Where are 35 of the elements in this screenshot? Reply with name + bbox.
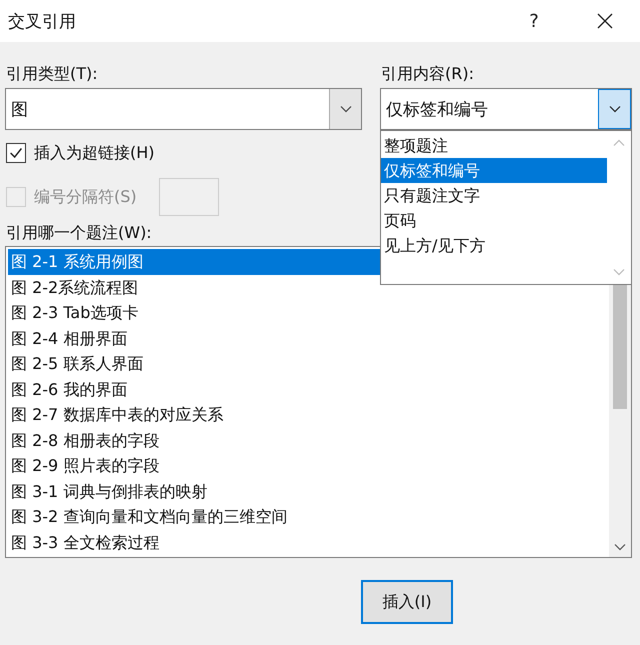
dropdown-option[interactable]: 仅标签和编号	[381, 158, 607, 183]
list-item[interactable]: 图 3-1 词典与倒排表的映射	[8, 478, 609, 504]
checkbox-label: 插入为超链接(H)	[34, 142, 155, 164]
dropdown[interactable]: 仅标签和编号	[380, 88, 632, 130]
field-label: 引用内容(R):	[380, 62, 474, 84]
close-button[interactable]	[596, 12, 614, 30]
dropdown[interactable]: 图	[5, 88, 362, 130]
dropdown-value: 图	[10, 98, 29, 120]
list-label: 引用哪一个题注(W):	[5, 222, 152, 244]
list-item[interactable]: 图 3-2 查询向量和文档向量的三维空间	[8, 504, 609, 530]
checkbox-label: 编号分隔符(S)	[34, 186, 137, 208]
list-item[interactable]: 图 2-6 我的界面	[8, 376, 609, 402]
window-title: 交叉引用	[8, 10, 77, 32]
dropdown-button[interactable]	[329, 89, 361, 129]
chevron-down-icon	[608, 105, 620, 113]
list-item[interactable]: 图 2-4 相册界面	[8, 326, 609, 351]
dropdown-button[interactable]	[598, 89, 631, 129]
checkbox[interactable]	[6, 143, 26, 163]
insert-button[interactable]: 插入(I)	[361, 580, 453, 624]
list-item[interactable]: 图 2-9 照片表的字段	[8, 453, 609, 478]
field-label: 引用类型(T):	[5, 62, 98, 84]
dropdown-value: 仅标签和编号	[385, 98, 489, 120]
list-item[interactable]: 图 2-2系统流程图	[8, 274, 609, 300]
separator-field	[158, 178, 219, 216]
list-item[interactable]: 图 3-3 全文检索过程	[8, 530, 609, 555]
dropdown-option[interactable]: 整项题注	[381, 133, 607, 158]
dropdown-option[interactable]: 页码	[381, 208, 607, 233]
list-item[interactable]: 图 2-8 相册表的字段	[8, 428, 609, 453]
list-item[interactable]: 图 2-5 联系人界面	[8, 351, 609, 376]
list-item[interactable]: 图 2-7 数据库中表的对应关系	[8, 402, 609, 428]
help-button[interactable]: ?	[522, 10, 546, 32]
list-item[interactable]: 图 2-3 Tab选项卡	[8, 300, 609, 326]
chevron-down-icon	[340, 105, 352, 113]
scroll-up-icon[interactable]	[613, 139, 625, 147]
dropdown-option[interactable]: 只有题注文字	[381, 183, 607, 208]
